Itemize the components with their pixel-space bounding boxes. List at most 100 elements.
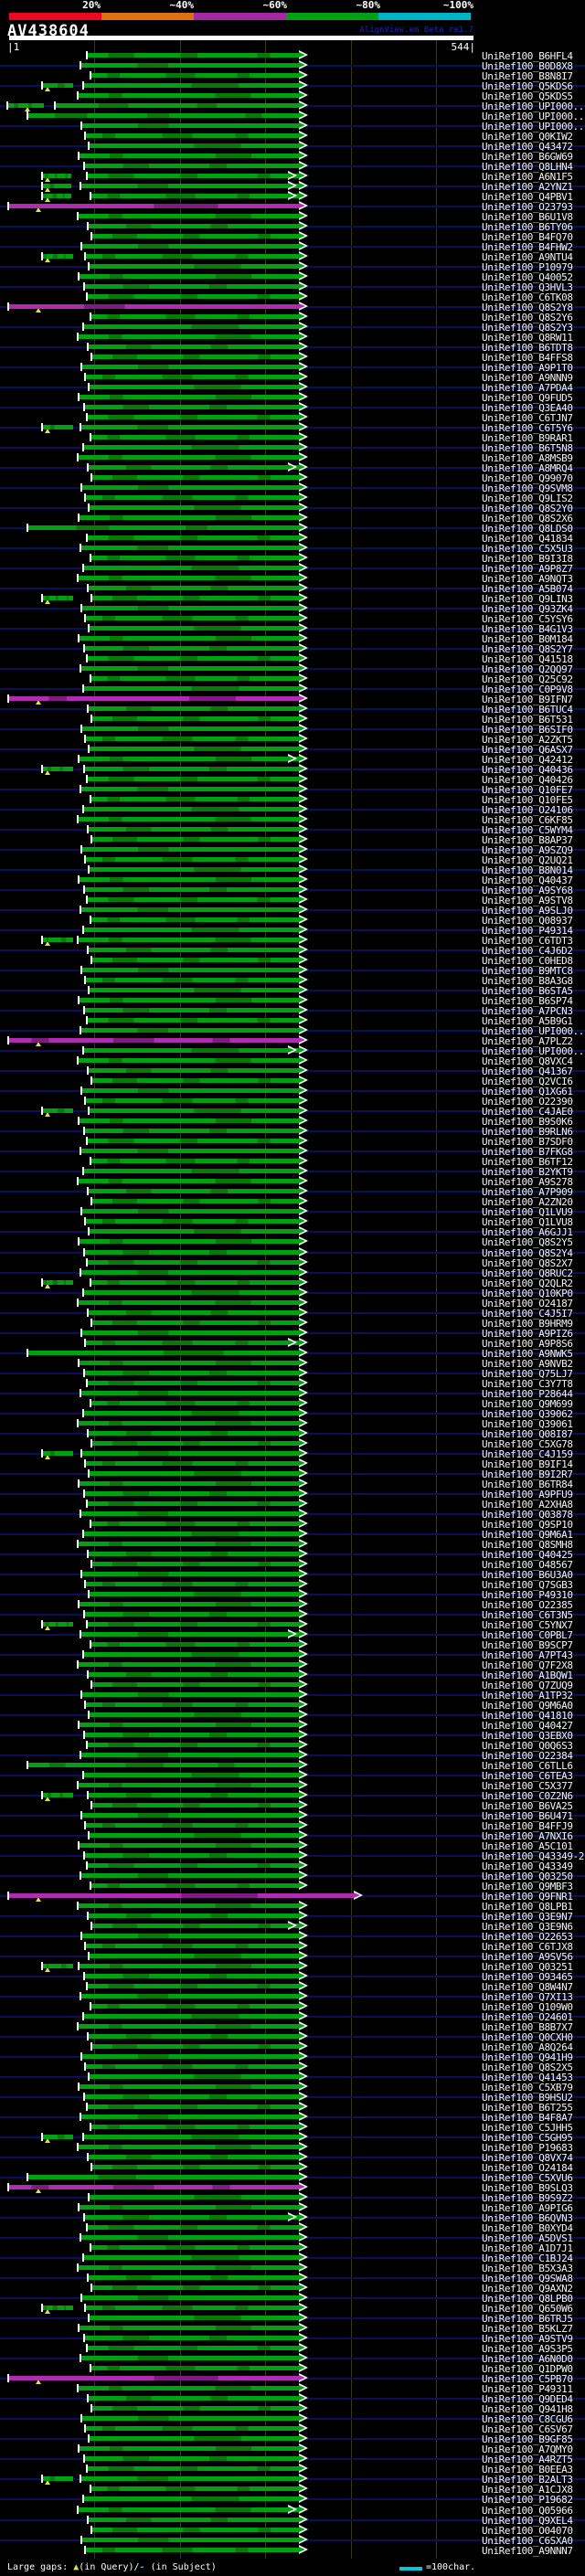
hit-row: UniRef100_A9P8S6 xyxy=(0,1337,585,1349)
hit-label: UniRef100_B0D8X8 xyxy=(482,59,573,72)
bar-start-cap xyxy=(86,2344,88,2353)
bar-start-cap xyxy=(90,70,91,80)
arrowhead-icon xyxy=(299,604,305,610)
arrowhead-icon xyxy=(299,2053,305,2060)
bar-start-cap xyxy=(87,583,89,592)
bar-start-cap xyxy=(80,1569,82,1578)
alignment-bar xyxy=(84,2062,308,2072)
bar-start-cap xyxy=(7,2183,9,2192)
bar-start-cap xyxy=(77,1539,79,1548)
arrowhead-icon xyxy=(299,1198,305,1204)
hit-label: UniRef100_C5XG78 xyxy=(482,1437,573,1450)
arrowhead-icon xyxy=(299,1017,305,1023)
alignment-bar xyxy=(84,371,308,381)
bar-start-cap xyxy=(80,60,81,69)
alignment-bar xyxy=(86,291,308,301)
arrowhead-icon xyxy=(299,2043,305,2050)
alignment-bar xyxy=(78,995,308,1005)
alignment-bar xyxy=(84,492,308,502)
arrowhead-icon xyxy=(299,1469,305,1476)
alignment-bar xyxy=(78,1839,308,1850)
arrowhead-icon xyxy=(299,705,305,711)
alignment-bar xyxy=(80,2293,308,2303)
arrowhead-icon xyxy=(299,2365,305,2371)
bar-start-cap xyxy=(84,1820,86,1829)
hit-label: UniRef100_Q8S2Y4 xyxy=(482,1246,573,1259)
arrowhead-icon xyxy=(299,1007,305,1013)
hit-row: UniRef100_Q8S2X7 xyxy=(0,1256,585,1268)
arrowhead-icon xyxy=(299,2325,305,2331)
alignment-bar xyxy=(90,955,308,965)
arrowhead-icon xyxy=(299,1560,305,1566)
key-label-40: ~40% xyxy=(169,0,195,11)
key-segment-1 xyxy=(9,13,101,20)
bar-start-cap xyxy=(87,1428,89,1437)
alignment-bar xyxy=(82,321,308,331)
bar-start-cap xyxy=(80,2475,81,2484)
alignment-bar xyxy=(90,1679,308,1689)
arrowhead-icon xyxy=(299,192,305,198)
alignment-bar xyxy=(90,1196,308,1206)
bar-start-cap xyxy=(41,1790,43,1799)
alignment-bar-segment xyxy=(41,80,73,90)
bar-start-cap xyxy=(41,1277,43,1287)
arrowhead-icon xyxy=(299,323,305,329)
arrowhead-icon xyxy=(299,504,305,510)
bar-start-cap xyxy=(77,1056,79,1065)
bar-start-cap xyxy=(80,1871,81,1880)
bar-start-cap xyxy=(77,452,79,461)
alignment-bar xyxy=(90,190,308,200)
alignment-bar xyxy=(77,1297,308,1307)
arrowhead-icon xyxy=(299,2063,305,2070)
arrowhead-icon xyxy=(299,2516,305,2522)
bar-start-cap xyxy=(80,1026,81,1035)
alignment-bar xyxy=(82,1648,308,1659)
hit-label: UniRef100_UPI000.. xyxy=(482,120,585,133)
arrowhead-icon xyxy=(299,2536,305,2542)
arrowhead-icon xyxy=(299,2094,305,2100)
hit-label: UniRef100_A2YNZ1 xyxy=(482,180,573,193)
bar-start-cap xyxy=(88,1468,90,1478)
bar-start-cap xyxy=(90,2042,92,2051)
hit-row: UniRef100_Q75LJ7 xyxy=(0,1367,585,1379)
bar-start-cap xyxy=(86,1137,88,1146)
arrowhead-icon xyxy=(299,1459,305,1466)
alignment-bar xyxy=(90,1437,308,1447)
arrowhead-icon xyxy=(299,1943,305,1948)
bar-start-cap xyxy=(86,2465,88,2474)
arrowhead-icon xyxy=(299,1882,305,1888)
bar-start-cap xyxy=(80,664,81,673)
bar-start-cap xyxy=(84,131,86,140)
hit-label: UniRef100_Q8RUC2 xyxy=(482,1267,573,1279)
bar-start-cap xyxy=(83,402,85,411)
bar-start-cap xyxy=(83,1006,85,1015)
bar-start-cap xyxy=(87,705,89,713)
alignment-bar xyxy=(78,1598,308,1608)
arrowhead-icon xyxy=(299,967,305,973)
arrowhead-icon xyxy=(299,1933,305,1938)
arrowhead-icon xyxy=(299,2033,305,2040)
bar-start-cap xyxy=(41,422,43,431)
arrowhead-icon xyxy=(299,2194,305,2200)
alignment-bar xyxy=(84,975,308,985)
hit-label: UniRef100_A6N1F5 xyxy=(482,170,573,183)
bar-start-cap xyxy=(77,1780,79,1789)
alignment-bar xyxy=(77,1659,308,1669)
alignment-bar xyxy=(87,1548,308,1558)
arrowhead-icon xyxy=(299,635,305,641)
bar-start-cap xyxy=(78,2083,80,2092)
arrowhead-icon xyxy=(299,272,305,279)
key-segment-3 xyxy=(194,13,286,20)
alignment-bar xyxy=(86,532,308,542)
alignment-bar-segment xyxy=(41,251,73,260)
bar-start-cap xyxy=(86,654,88,663)
alignment-bar xyxy=(80,2232,308,2242)
bar-start-cap xyxy=(83,2334,85,2343)
alignment-bar xyxy=(77,2142,308,2152)
arrowhead-icon xyxy=(299,101,305,108)
alignment-bar xyxy=(27,1347,308,1357)
hit-row: UniRef100_Q05966 xyxy=(0,2504,585,2516)
alignment-bar xyxy=(80,2534,308,2544)
alignment-bar xyxy=(88,1106,308,1116)
hit-row: UniRef100_Q0KIW2 xyxy=(0,130,585,142)
